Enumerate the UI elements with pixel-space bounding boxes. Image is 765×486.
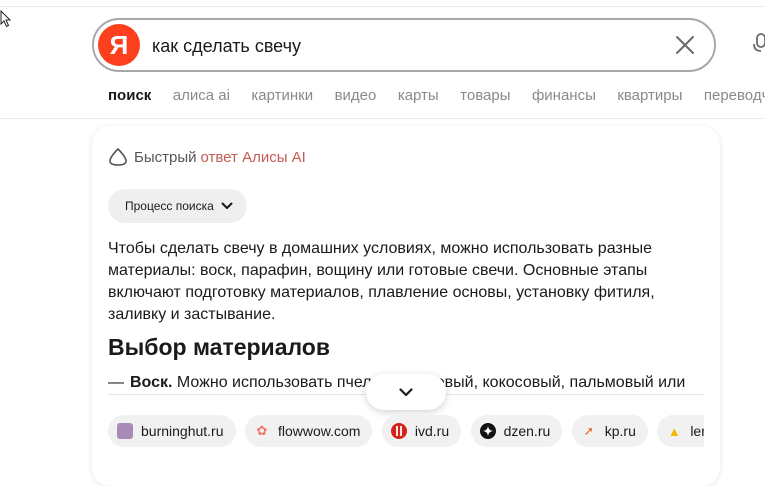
source-chip-kp[interactable]: ➚ kp.ru	[571, 415, 648, 447]
alice-answer-header: Быстрый ответ Алисы AI	[108, 147, 306, 167]
tab-finance[interactable]: финансы	[532, 87, 596, 104]
source-chip-flowwow[interactable]: ✿ flowwow.com	[244, 415, 373, 447]
tab-translator[interactable]: переводчик	[704, 87, 765, 104]
source-label: dzen.ru	[503, 423, 551, 439]
source-label: flowwow.com	[277, 423, 361, 439]
mouse-cursor-icon	[0, 10, 12, 28]
clear-search-icon[interactable]	[674, 34, 696, 56]
flowwow-favicon-icon: ✿	[256, 423, 268, 438]
alice-answer-card: Быстрый ответ Алисы AI Процесс поиска Чт…	[92, 126, 720, 486]
section-title: Выбор материалов	[108, 334, 330, 360]
search-box[interactable]: Я	[92, 18, 716, 72]
tab-apartments[interactable]: квартиры	[617, 87, 682, 104]
dzen-favicon-icon	[479, 423, 496, 439]
alice-header-accent: ответ Алисы AI	[200, 148, 306, 166]
tab-video[interactable]: видео	[335, 87, 377, 104]
tab-products[interactable]: товары	[460, 87, 510, 104]
source-chip-burninghut[interactable]: burninghut.ru	[108, 415, 236, 447]
source-chip-ivd[interactable]: ivd.ru	[381, 415, 462, 447]
chevron-down-icon	[399, 387, 413, 396]
burninghut-favicon-icon	[117, 423, 133, 439]
source-chip-dzen[interactable]: dzen.ru	[470, 415, 563, 447]
tab-images[interactable]: картинки	[251, 87, 313, 104]
tabs-divider	[0, 118, 765, 119]
yandex-logo-icon[interactable]: Я	[98, 24, 140, 66]
tab-search[interactable]: поиск	[108, 87, 151, 104]
bullet-dash: —	[108, 374, 124, 391]
source-label: kp.ru	[604, 423, 636, 439]
bullet-term: Воск.	[130, 374, 173, 391]
search-process-label: Процесс поиска	[125, 199, 214, 213]
answer-text: Чтобы сделать свечу в домашних условиях,…	[108, 240, 655, 323]
tab-alice[interactable]: алиса ai	[173, 87, 230, 104]
source-label: burninghut.ru	[141, 423, 224, 439]
sources-list: burninghut.ru ✿ flowwow.com ivd.ru dzen.…	[108, 415, 704, 449]
microphone-icon[interactable]	[752, 32, 765, 58]
chevron-down-icon	[221, 202, 233, 209]
expand-answer-button[interactable]	[366, 374, 446, 410]
tab-maps[interactable]: карты	[398, 87, 439, 104]
search-tabs: поиск алиса ai картинки видео карты това…	[108, 87, 765, 109]
ivd-favicon-icon	[390, 423, 407, 439]
alice-header-prefix: Быстрый	[134, 148, 197, 166]
source-label: ivd.ru	[414, 423, 450, 439]
search-process-button[interactable]: Процесс поиска	[108, 189, 247, 223]
source-label: lenta.ru	[690, 423, 704, 439]
kp-favicon-icon: ➚	[583, 424, 594, 438]
source-chip-lenta[interactable]: ▲ lenta.ru	[657, 415, 704, 447]
top-divider	[0, 6, 765, 7]
lenta-favicon-icon: ▲	[667, 423, 681, 439]
alice-icon	[109, 147, 127, 166]
search-input[interactable]	[152, 34, 652, 58]
